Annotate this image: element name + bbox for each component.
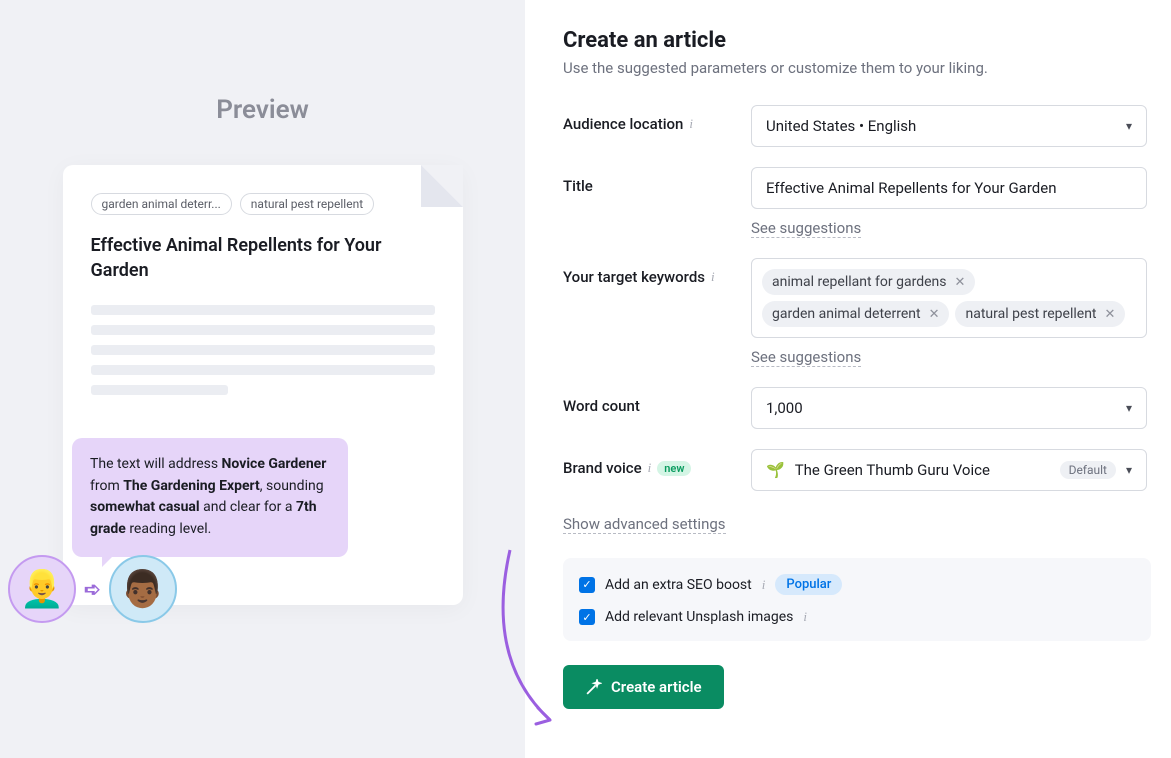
unsplash-option: ✓ Add relevant Unsplash images i <box>579 609 1135 625</box>
info-icon[interactable]: i <box>689 116 693 132</box>
preview-title: Effective Animal Repellents for Your Gar… <box>91 233 435 283</box>
form-panel: Create an article Use the suggested para… <box>525 0 1171 758</box>
chevron-down-icon: ▾ <box>1126 463 1132 477</box>
wordcount-label: Word count <box>563 387 751 415</box>
preview-label: Preview <box>216 95 309 125</box>
checkbox-checked[interactable]: ✓ <box>579 609 595 625</box>
keywords-label: Your target keywords i <box>563 258 751 286</box>
remove-chip-icon[interactable]: ✕ <box>929 307 940 322</box>
remove-chip-icon[interactable]: ✕ <box>1105 307 1116 322</box>
preview-tags: garden animal deterr... natural pest rep… <box>91 193 435 215</box>
title-input[interactable]: Effective Animal Repellents for Your Gar… <box>751 167 1147 209</box>
keywords-chipbox[interactable]: animal repellant for gardens ✕ garden ani… <box>751 258 1147 338</box>
advanced-settings-link[interactable]: Show advanced settings <box>563 515 726 534</box>
chevron-down-icon: ▾ <box>1126 119 1132 133</box>
label-text: Audience location <box>563 115 683 133</box>
bubble-text: , sounding <box>260 478 324 494</box>
chip-text: animal repellant for gardens <box>772 274 947 290</box>
keyword-chip: animal repellant for gardens ✕ <box>762 269 975 295</box>
avatar-reader: 👱‍♂️ <box>8 555 76 623</box>
default-badge: Default <box>1060 461 1116 479</box>
remove-chip-icon[interactable]: ✕ <box>955 275 966 290</box>
info-icon[interactable]: i <box>648 460 652 476</box>
skeleton-line <box>91 385 229 395</box>
skeleton-line <box>91 345 435 355</box>
new-badge: new <box>657 461 691 476</box>
skeleton-line <box>91 365 435 375</box>
page-fold-icon <box>421 165 463 207</box>
wordcount-select[interactable]: 1,000 ▾ <box>751 387 1147 429</box>
select-value: 1,000 <box>766 399 803 417</box>
title-suggestions-link[interactable]: See suggestions <box>751 219 861 238</box>
popular-badge: Popular <box>775 574 842 595</box>
info-icon[interactable]: i <box>803 609 807 625</box>
chevron-down-icon: ▾ <box>1126 401 1132 415</box>
page-title: Create an article <box>563 28 1151 53</box>
keywords-suggestions-link[interactable]: See suggestions <box>751 348 861 367</box>
preview-panel: Preview garden animal deterr... natural … <box>0 0 525 758</box>
persona-bubble: The text will address Novice Gardener fr… <box>72 438 348 557</box>
bubble-persona: Novice Gardener <box>222 456 327 472</box>
button-label: Create article <box>611 678 702 696</box>
arrow-swap-icon: ➪ <box>84 577 101 601</box>
skeleton-line <box>91 305 435 315</box>
seedling-icon: 🌱 <box>766 461 785 479</box>
preview-tag: garden animal deterr... <box>91 193 232 215</box>
magic-wand-icon <box>585 679 602 696</box>
skeleton-line <box>91 325 435 335</box>
avatars-row: 👱‍♂️ ➪ 👨🏾 <box>8 555 177 623</box>
bubble-author: The Gardening Expert <box>123 478 260 494</box>
voice-select[interactable]: 🌱 The Green Thumb Guru Voice Default ▾ <box>751 449 1147 491</box>
bubble-text: The text will address <box>90 456 222 472</box>
keyword-chip: natural pest repellent ✕ <box>955 301 1125 327</box>
bubble-text: from <box>90 478 123 494</box>
chip-text: natural pest repellent <box>965 306 1096 322</box>
bubble-text: and clear for a <box>200 499 296 515</box>
option-label: Add relevant Unsplash images <box>605 609 793 625</box>
bubble-tone: somewhat casual <box>90 499 200 515</box>
bubble-text: reading level. <box>126 521 211 537</box>
checkbox-checked[interactable]: ✓ <box>579 577 595 593</box>
avatar-author: 👨🏾 <box>109 555 177 623</box>
seo-boost-option: ✓ Add an extra SEO boost i Popular <box>579 574 1135 595</box>
keyword-chip: garden animal deterrent ✕ <box>762 301 949 327</box>
create-article-button[interactable]: Create article <box>563 665 724 709</box>
info-icon[interactable]: i <box>711 269 715 285</box>
page-subtitle: Use the suggested parameters or customiz… <box>563 59 1151 77</box>
preview-tag: natural pest repellent <box>240 193 374 215</box>
input-value: Effective Animal Repellents for Your Gar… <box>766 179 1056 197</box>
select-value: The Green Thumb Guru Voice <box>795 461 1050 479</box>
voice-label: Brand voice i new <box>563 449 751 477</box>
audience-label: Audience location i <box>563 105 751 133</box>
select-value: United States • English <box>766 117 916 135</box>
chip-text: garden animal deterrent <box>772 306 921 322</box>
options-box: ✓ Add an extra SEO boost i Popular ✓ Add… <box>563 558 1151 641</box>
option-label: Add an extra SEO boost <box>605 577 752 593</box>
label-text: Brand voice <box>563 459 642 477</box>
label-text: Your target keywords <box>563 268 705 286</box>
audience-select[interactable]: United States • English ▾ <box>751 105 1147 147</box>
info-icon[interactable]: i <box>762 577 766 593</box>
title-label: Title <box>563 167 751 195</box>
